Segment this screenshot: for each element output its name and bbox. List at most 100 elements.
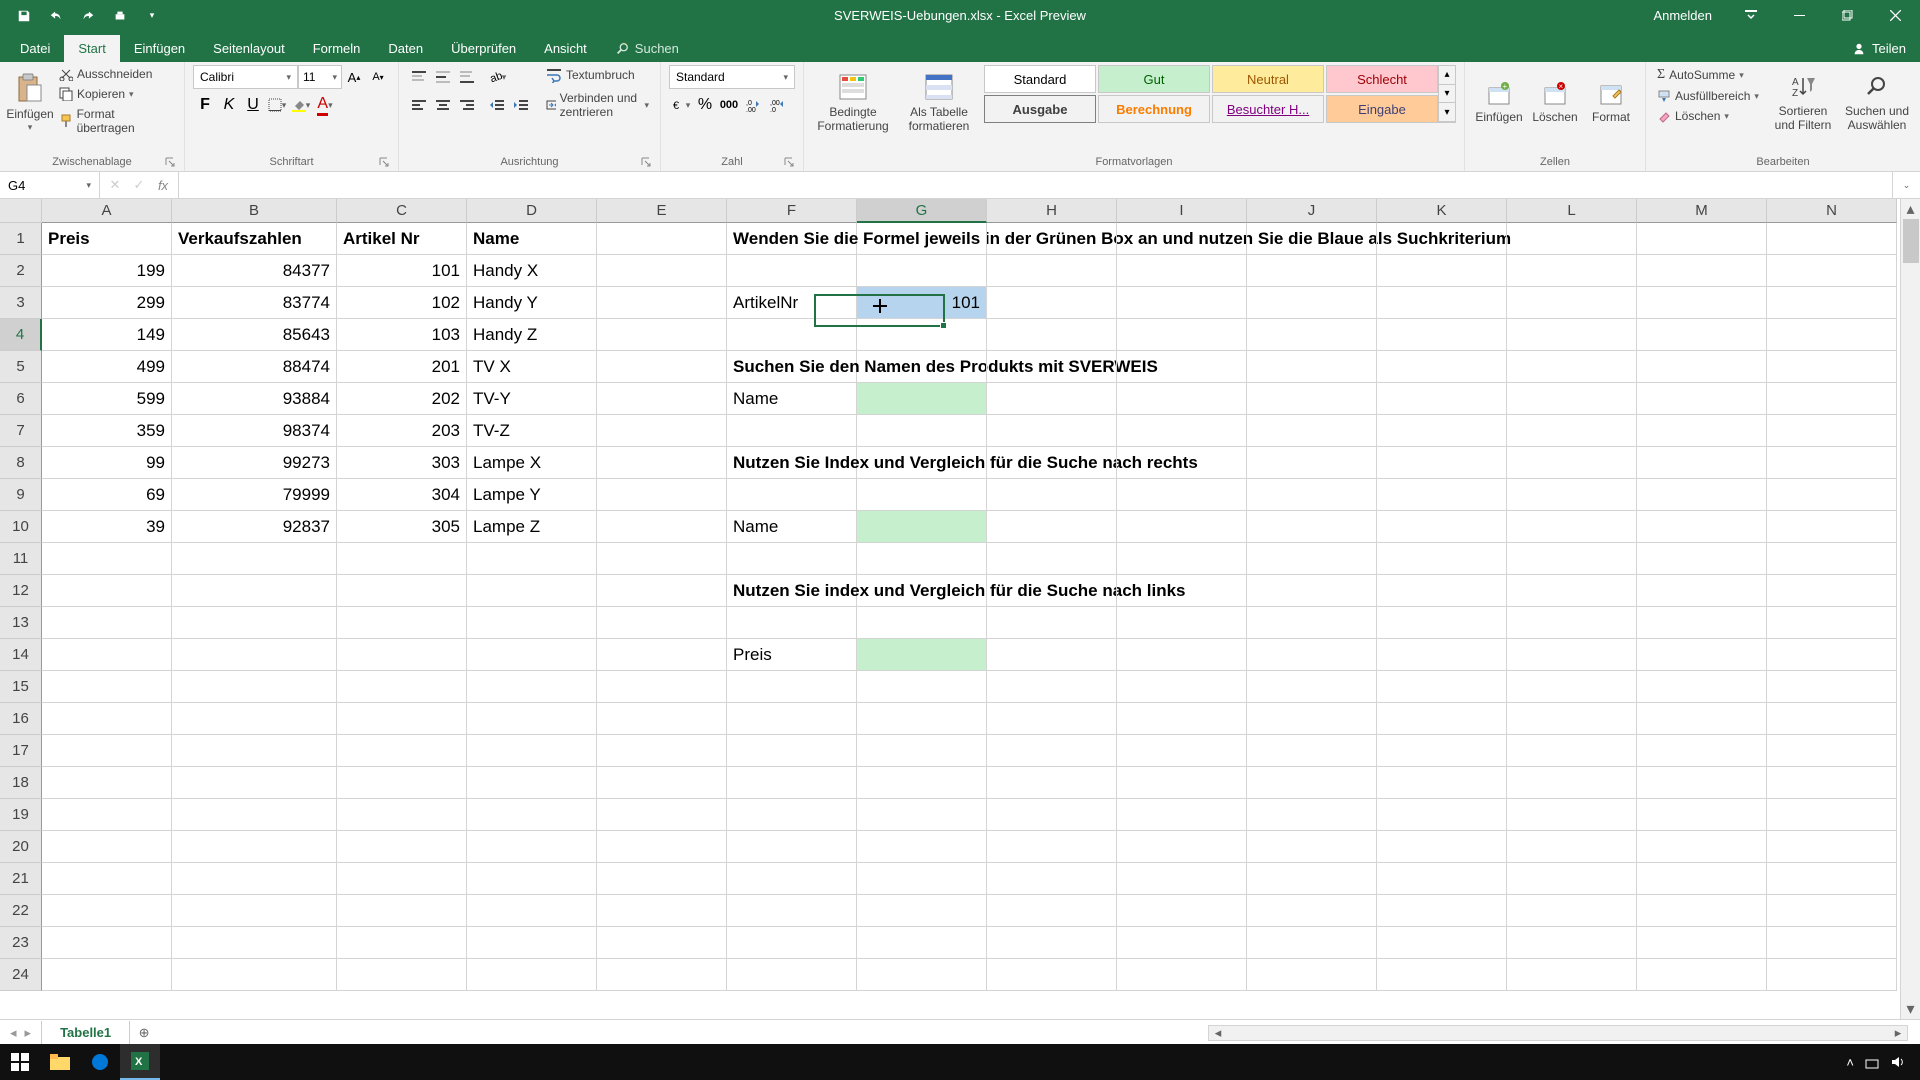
row-header-10[interactable]: 10: [0, 511, 42, 543]
cell-F5[interactable]: Suchen Sie den Namen des Produkts mit SV…: [727, 351, 857, 383]
row-header-22[interactable]: 22: [0, 895, 42, 927]
cell-K13[interactable]: [1377, 607, 1507, 639]
row-header-5[interactable]: 5: [0, 351, 42, 383]
row-header-4[interactable]: 4: [0, 319, 42, 351]
cell-H15[interactable]: [987, 671, 1117, 703]
cell-M10[interactable]: [1637, 511, 1767, 543]
style-berechnung[interactable]: Berechnung: [1098, 95, 1210, 123]
col-header-K[interactable]: K: [1377, 199, 1507, 223]
cell-C7[interactable]: 203: [337, 415, 467, 447]
cell-E2[interactable]: [597, 255, 727, 287]
cell-C15[interactable]: [337, 671, 467, 703]
cell-A3[interactable]: 299: [42, 287, 172, 319]
fill-color-icon[interactable]: ▾: [289, 93, 313, 117]
cell-J13[interactable]: [1247, 607, 1377, 639]
cell-B16[interactable]: [172, 703, 337, 735]
cell-H22[interactable]: [987, 895, 1117, 927]
cell-A23[interactable]: [42, 927, 172, 959]
cell-D12[interactable]: [467, 575, 597, 607]
borders-icon[interactable]: ▾: [265, 93, 289, 117]
cell-F21[interactable]: [727, 863, 857, 895]
minimize-button[interactable]: [1776, 0, 1822, 31]
col-header-E[interactable]: E: [597, 199, 727, 223]
cell-B9[interactable]: 79999: [172, 479, 337, 511]
cell-C16[interactable]: [337, 703, 467, 735]
cell-K18[interactable]: [1377, 767, 1507, 799]
cell-A15[interactable]: [42, 671, 172, 703]
tray-network-icon[interactable]: [1864, 1054, 1880, 1070]
cell-B19[interactable]: [172, 799, 337, 831]
cell-J12[interactable]: [1247, 575, 1377, 607]
cell-C9[interactable]: 304: [337, 479, 467, 511]
cell-A16[interactable]: [42, 703, 172, 735]
cell-A7[interactable]: 359: [42, 415, 172, 447]
cell-E3[interactable]: [597, 287, 727, 319]
cell-K16[interactable]: [1377, 703, 1507, 735]
cell-E13[interactable]: [597, 607, 727, 639]
cell-H7[interactable]: [987, 415, 1117, 447]
cell-M2[interactable]: [1637, 255, 1767, 287]
cell-D17[interactable]: [467, 735, 597, 767]
cell-C17[interactable]: [337, 735, 467, 767]
cell-J3[interactable]: [1247, 287, 1377, 319]
cell-A11[interactable]: [42, 543, 172, 575]
cell-M4[interactable]: [1637, 319, 1767, 351]
qat-dropdown-icon[interactable]: ▾: [138, 2, 166, 30]
cell-G2[interactable]: [857, 255, 987, 287]
cell-K19[interactable]: [1377, 799, 1507, 831]
col-header-H[interactable]: H: [987, 199, 1117, 223]
cell-M1[interactable]: [1637, 223, 1767, 255]
cell-D10[interactable]: Lampe Z: [467, 511, 597, 543]
cell-A10[interactable]: 39: [42, 511, 172, 543]
cell-C11[interactable]: [337, 543, 467, 575]
cell-I5[interactable]: [1117, 351, 1247, 383]
insert-cells-button[interactable]: + Einfügen: [1473, 65, 1525, 141]
tab-formulas[interactable]: Formeln: [299, 35, 375, 62]
cell-L3[interactable]: [1507, 287, 1637, 319]
cell-M22[interactable]: [1637, 895, 1767, 927]
cell-M14[interactable]: [1637, 639, 1767, 671]
tab-layout[interactable]: Seitenlayout: [199, 35, 299, 62]
col-header-G[interactable]: G: [857, 199, 987, 223]
cell-I1[interactable]: [1117, 223, 1247, 255]
cell-N14[interactable]: [1767, 639, 1897, 671]
cell-J19[interactable]: [1247, 799, 1377, 831]
cell-N3[interactable]: [1767, 287, 1897, 319]
start-button[interactable]: [0, 1044, 40, 1080]
taskbar-explorer-icon[interactable]: [40, 1044, 80, 1080]
cell-M11[interactable]: [1637, 543, 1767, 575]
format-painter-button[interactable]: Format übertragen: [56, 105, 176, 137]
cell-K11[interactable]: [1377, 543, 1507, 575]
cell-G8[interactable]: [857, 447, 987, 479]
cell-D1[interactable]: Name: [467, 223, 597, 255]
cell-D11[interactable]: [467, 543, 597, 575]
select-all-corner[interactable]: [0, 199, 42, 223]
row-header-14[interactable]: 14: [0, 639, 42, 671]
cell-D20[interactable]: [467, 831, 597, 863]
cell-C1[interactable]: Artikel Nr: [337, 223, 467, 255]
increase-decimal-icon[interactable]: ,0,00: [741, 93, 765, 117]
cell-M21[interactable]: [1637, 863, 1767, 895]
cell-A9[interactable]: 69: [42, 479, 172, 511]
name-box[interactable]: G4▾: [0, 172, 100, 198]
style-besuchter[interactable]: Besuchter H...: [1212, 95, 1324, 123]
cell-I21[interactable]: [1117, 863, 1247, 895]
cell-C10[interactable]: 305: [337, 511, 467, 543]
cell-L1[interactable]: [1507, 223, 1637, 255]
cell-C3[interactable]: 102: [337, 287, 467, 319]
cell-N23[interactable]: [1767, 927, 1897, 959]
cell-B12[interactable]: [172, 575, 337, 607]
find-select-button[interactable]: Suchen und Auswählen: [1842, 65, 1912, 141]
cell-M3[interactable]: [1637, 287, 1767, 319]
cell-N13[interactable]: [1767, 607, 1897, 639]
cell-D5[interactable]: TV X: [467, 351, 597, 383]
cell-K22[interactable]: [1377, 895, 1507, 927]
cell-H2[interactable]: [987, 255, 1117, 287]
cell-J2[interactable]: [1247, 255, 1377, 287]
fx-icon[interactable]: fx: [152, 174, 174, 196]
cell-D16[interactable]: [467, 703, 597, 735]
taskbar-edge-icon[interactable]: [80, 1044, 120, 1080]
font-name-combo[interactable]: Calibri▾: [193, 65, 298, 89]
cell-K3[interactable]: [1377, 287, 1507, 319]
cell-J15[interactable]: [1247, 671, 1377, 703]
